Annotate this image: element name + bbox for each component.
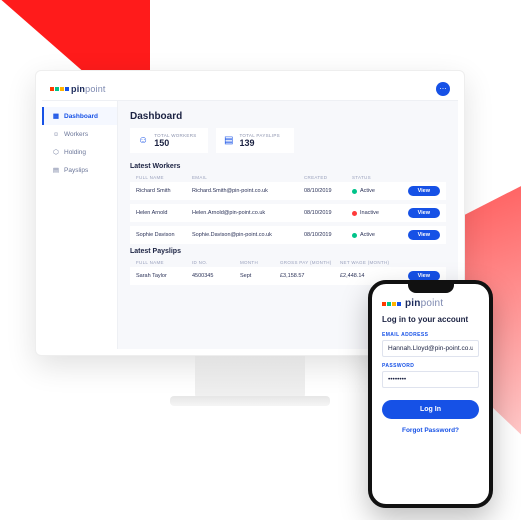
col-head-id: ID NO. (192, 260, 240, 265)
apple-logo-icon (195, 356, 305, 368)
cell-name: Richard Smith (136, 188, 192, 194)
view-button[interactable]: View (408, 230, 440, 240)
login-title: Log in to your account (382, 315, 479, 324)
sidebar-item-dashboard[interactable]: ▦ Dashboard (42, 107, 117, 125)
cell-email: Sophie.Davison@pin-point.co.uk (192, 232, 304, 238)
workers-table-head: FULL NAME EMAIL CREATED STATUS (130, 173, 446, 182)
view-button[interactable]: View (408, 186, 440, 196)
user-icon: ☺ (52, 130, 60, 138)
cell-gross: £3,158.57 (280, 273, 340, 279)
sidebar: ▦ Dashboard ☺ Workers ⬡ Holding ▤ Paysli… (42, 101, 118, 349)
col-head-gross: GROSS PAY (MONTH) (280, 260, 340, 265)
cell-email: Richard.Smith@pin-point.co.uk (192, 188, 304, 194)
col-head-net: NET WAGE (MONTH) (340, 260, 396, 265)
phone-mockup: pinpoint Log in to your account EMAIL AD… (368, 280, 493, 508)
phone-brand: pinpoint (382, 298, 479, 309)
cell-created: 08/10/2019 (304, 232, 352, 238)
section-title-payslips: Latest Payslips (130, 248, 446, 255)
cell-created: 08/10/2019 (304, 188, 352, 194)
cell-name: Sarah Taylor (136, 273, 192, 279)
brand-strong: pin (405, 298, 421, 309)
status-dot-icon (352, 189, 357, 194)
hexagon-icon: ⬡ (52, 148, 60, 156)
payslips-table-head: FULL NAME ID NO. MONTH GROSS PAY (MONTH)… (130, 258, 446, 267)
stats-row: ☺ TOTAL WORKERS 150 ▤ TOTAL PAYSLIPS 139 (130, 128, 446, 153)
table-row: Sophie Davison Sophie.Davison@pin-point.… (130, 226, 446, 244)
table-row: Richard Smith Richard.Smith@pin-point.co… (130, 182, 446, 200)
sidebar-item-label: Payslips (64, 167, 88, 174)
sidebar-item-workers[interactable]: ☺ Workers (42, 125, 117, 143)
brand-light: point (421, 298, 444, 309)
brand-name: pinpoint (71, 84, 106, 94)
cell-status: Inactive (352, 210, 396, 216)
col-head-month: MONTH (240, 260, 280, 265)
status-text: Active (360, 232, 375, 238)
password-label: PASSWORD (382, 363, 479, 369)
cell-month: Sept (240, 273, 280, 279)
cell-status: Active (352, 232, 396, 238)
cell-net: £2,448.14 (340, 273, 396, 279)
status-text: Active (360, 188, 375, 194)
sidebar-item-label: Workers (64, 131, 88, 138)
stat-value: 150 (154, 138, 196, 148)
login-button[interactable]: Log In (382, 400, 479, 419)
status-dot-icon (352, 233, 357, 238)
cell-name: Sophie Davison (136, 232, 192, 238)
view-button[interactable]: View (408, 208, 440, 218)
sidebar-item-label: Holding (64, 149, 86, 156)
status-dot-icon (352, 211, 357, 216)
document-icon: ▤ (52, 166, 60, 174)
email-field[interactable] (382, 340, 479, 357)
page-title: Dashboard (130, 111, 446, 122)
monitor-stand (195, 356, 305, 400)
stat-total-workers: ☺ TOTAL WORKERS 150 (130, 128, 208, 153)
section-title-workers: Latest Workers (130, 163, 446, 170)
col-head-email: EMAIL (192, 175, 304, 180)
stat-total-payslips: ▤ TOTAL PAYSLIPS 139 (216, 128, 294, 153)
sidebar-item-label: Dashboard (64, 113, 98, 120)
sidebar-item-holding[interactable]: ⬡ Holding (42, 143, 117, 161)
avatar-button[interactable]: ⋯ (436, 82, 450, 96)
brand-light: point (85, 84, 106, 94)
col-head-created: CREATED (304, 175, 352, 180)
topbar: pinpoint ⋯ (42, 77, 458, 101)
col-head-name: FULL NAME (136, 175, 192, 180)
table-row: Helen Arnold Helen.Arnold@pin-point.co.u… (130, 204, 446, 222)
cell-id: 4500345 (192, 273, 240, 279)
status-text: Inactive (360, 210, 379, 216)
cell-created: 08/10/2019 (304, 210, 352, 216)
cell-status: Active (352, 188, 396, 194)
document-outline-icon: ▤ (224, 135, 233, 146)
forgot-password-link[interactable]: Forgot Password? (382, 427, 479, 434)
logo-icon (382, 302, 401, 306)
logo-icon (50, 87, 69, 91)
phone-notch (408, 284, 454, 293)
cell-name: Helen Arnold (136, 210, 192, 216)
stat-value: 139 (239, 138, 279, 148)
col-head-status: STATUS (352, 175, 396, 180)
email-label: EMAIL ADDRESS (382, 332, 479, 338)
user-outline-icon: ☺ (138, 135, 148, 146)
col-head-name: FULL NAME (136, 260, 192, 265)
grid-icon: ▦ (52, 112, 60, 120)
cell-email: Helen.Arnold@pin-point.co.uk (192, 210, 304, 216)
brand-strong: pin (71, 84, 85, 94)
password-field[interactable] (382, 371, 479, 388)
sidebar-item-payslips[interactable]: ▤ Payslips (42, 161, 117, 179)
